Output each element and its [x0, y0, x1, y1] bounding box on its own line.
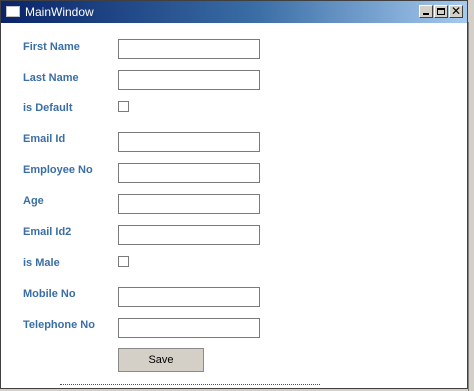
- telephone-no-input[interactable]: [118, 318, 260, 338]
- is-default-label: is Default: [23, 102, 73, 114]
- close-icon: ✕: [451, 4, 462, 18]
- background-strip: [468, 22, 474, 391]
- close-button[interactable]: ✕: [449, 4, 463, 18]
- first-name-label: First Name: [23, 41, 80, 53]
- background-artifact: [60, 384, 320, 388]
- email-id-input[interactable]: [118, 132, 260, 152]
- employee-no-label: Employee No: [23, 164, 93, 176]
- employee-no-input[interactable]: [118, 163, 260, 183]
- title-bar[interactable]: MainWindow ✕: [1, 1, 467, 23]
- email-id-label: Email Id: [23, 133, 66, 145]
- age-input[interactable]: [118, 194, 260, 214]
- save-button[interactable]: Save: [118, 348, 204, 372]
- age-label: Age: [23, 195, 44, 207]
- main-window: MainWindow ✕ First Name Last Name is Def…: [0, 0, 468, 389]
- email-id2-label: Email Id2: [23, 226, 72, 238]
- is-male-checkbox[interactable]: [118, 256, 129, 267]
- mobile-no-label: Mobile No: [23, 288, 76, 300]
- maximize-button[interactable]: [434, 5, 448, 18]
- is-default-checkbox[interactable]: [118, 101, 129, 112]
- is-male-label: is Male: [23, 257, 60, 269]
- email-id2-input[interactable]: [118, 225, 260, 245]
- window-title: MainWindow: [25, 5, 94, 19]
- last-name-input[interactable]: [118, 70, 260, 90]
- window-icon: [6, 6, 20, 17]
- first-name-input[interactable]: [118, 39, 260, 59]
- last-name-label: Last Name: [23, 72, 79, 84]
- minimize-button[interactable]: [419, 5, 433, 18]
- mobile-no-input[interactable]: [118, 287, 260, 307]
- telephone-no-label: Telephone No: [23, 319, 95, 331]
